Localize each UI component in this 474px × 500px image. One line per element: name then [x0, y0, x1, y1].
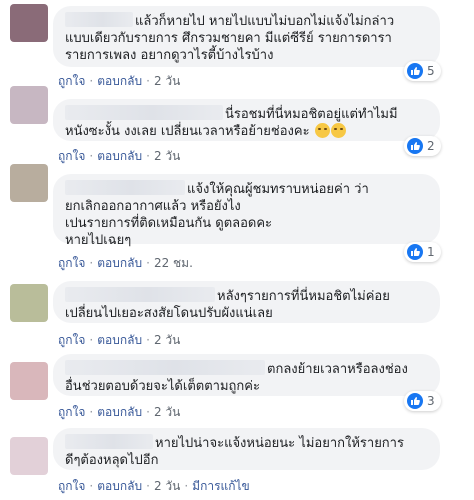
comment-bubble: ตกลงย้ายเวลาหรือลงช่อง อื่นช่วยตอบด้วยจะ… — [53, 354, 440, 396]
timestamp[interactable]: 2 วัน — [154, 405, 180, 419]
comment-actions: ถูกใจ · ตอบกลับ · 2 วัน — [58, 74, 181, 88]
timestamp[interactable]: 22 ชม. — [154, 256, 193, 270]
comment-bubble: หลังๆรายการที่นี่หมอชิตไม่ค่อย เปลี่ยนไป… — [53, 281, 440, 323]
reply-link[interactable]: ตอบกลับ — [97, 333, 142, 347]
author-name[interactable] — [65, 360, 265, 375]
author-name[interactable] — [65, 12, 133, 27]
like-link[interactable]: ถูกใจ — [58, 149, 85, 163]
like-icon — [407, 63, 423, 79]
like-icon — [407, 244, 423, 260]
avatar[interactable] — [10, 4, 48, 42]
like-link[interactable]: ถูกใจ — [58, 479, 85, 493]
comment-text-line1: หลังๆรายการที่นี่หมอชิตไม่ค่อย — [217, 289, 390, 304]
reply-link[interactable]: ตอบกลับ — [97, 149, 142, 163]
comment-text: ดีๆต้องหลุดไปอีก — [65, 453, 159, 468]
author-name[interactable] — [65, 105, 223, 120]
comment-text-line1: หายไปน่าจะแจ้งหน่อยนะ ไม่อยากให้รายการ — [155, 436, 404, 451]
timestamp[interactable]: 2 วัน — [154, 149, 180, 163]
comment-bubble: หายไปน่าจะแจ้งหน่อยนะ ไม่อยากให้รายการ ด… — [53, 428, 440, 470]
avatar[interactable] — [10, 86, 48, 124]
reply-link[interactable]: ตอบกลับ — [97, 74, 142, 88]
reaction-count[interactable]: 5 — [404, 61, 441, 81]
reply-link[interactable]: ตอบกลับ — [97, 256, 142, 270]
comment-text-line1: นี่รอชมที่นี่หมอชิตอยู่แต่ทำไมมี — [225, 107, 398, 122]
like-icon — [407, 393, 423, 409]
like-link[interactable]: ถูกใจ — [58, 333, 85, 347]
avatar[interactable] — [10, 284, 48, 322]
comment-actions: ถูกใจ · ตอบกลับ · 2 วัน — [58, 149, 181, 163]
comment-actions: ถูกใจ · ตอบกลับ · 2 วัน — [58, 405, 181, 419]
edited-link[interactable]: มีการแก้ไข — [192, 479, 250, 493]
like-link[interactable]: ถูกใจ — [58, 74, 85, 88]
comment-text-line1: แจ้งให้คุณผู้ชมทราบหน่อยค่า ว่า — [187, 182, 369, 197]
comment-text-line1: แล้วก็หายไป หายไปแบบไม่บอกไม่แจ้งไม่กล่า… — [135, 14, 395, 29]
thinking-emoji-icon — [314, 123, 330, 138]
comment-text: หนังซะงั้น งงเลย เปลี่ยนเวลาหรือย้ายช่อง… — [65, 123, 428, 140]
comment-text: แบบเดียวกับรายการ ศึกรวมชายคา มีแต่ซีรีย… — [65, 31, 392, 63]
comment-actions: ถูกใจ · ตอบกลับ · 22 ชม. — [58, 256, 193, 270]
author-name[interactable] — [65, 287, 215, 302]
avatar[interactable] — [10, 437, 48, 475]
avatar[interactable] — [10, 362, 48, 400]
reaction-count[interactable]: 3 — [404, 391, 441, 411]
reaction-count[interactable]: 1 — [404, 242, 441, 262]
comment-text: อื่นช่วยตอบด้วยจะได้เต็ตตามถูกค่ะ — [65, 379, 260, 394]
comment-actions: ถูกใจ · ตอบกลับ · 2 วัน · มีการแก้ไข — [58, 479, 250, 493]
avatar[interactable] — [10, 164, 48, 202]
like-icon — [407, 138, 423, 154]
reply-link[interactable]: ตอบกลับ — [97, 405, 142, 419]
timestamp[interactable]: 2 วัน — [154, 333, 180, 347]
comment-text-line1: ตกลงย้ายเวลาหรือลงช่อง — [267, 362, 408, 377]
comment-actions: ถูกใจ · ตอบกลับ · 2 วัน — [58, 333, 181, 347]
like-link[interactable]: ถูกใจ — [58, 405, 85, 419]
reaction-count[interactable]: 2 — [404, 136, 441, 156]
comment-bubble: แล้วก็หายไป หายไปแบบไม่บอกไม่แจ้งไม่กล่า… — [53, 6, 440, 67]
like-link[interactable]: ถูกใจ — [58, 256, 85, 270]
comment-bubble: นี่รอชมที่นี่หมอชิตอยู่แต่ทำไมมี หนังซะง… — [53, 99, 440, 141]
author-name[interactable] — [65, 180, 185, 195]
comment-text: ยกเลิกออกอากาศแล้ว หรือยังไง เปนรายการที… — [65, 199, 273, 248]
reply-link[interactable]: ตอบกลับ — [97, 479, 142, 493]
thinking-emoji-icon — [330, 123, 346, 138]
comment-text: เปลี่ยนไปเยอะสงสัยโดนปรับผังแน่เลย — [65, 306, 273, 321]
timestamp[interactable]: 2 วัน — [154, 479, 180, 493]
comment-bubble: แจ้งให้คุณผู้ชมทราบหน่อยค่า ว่า ยกเลิกออ… — [53, 174, 440, 248]
timestamp[interactable]: 2 วัน — [154, 74, 180, 88]
author-name[interactable] — [65, 434, 153, 449]
